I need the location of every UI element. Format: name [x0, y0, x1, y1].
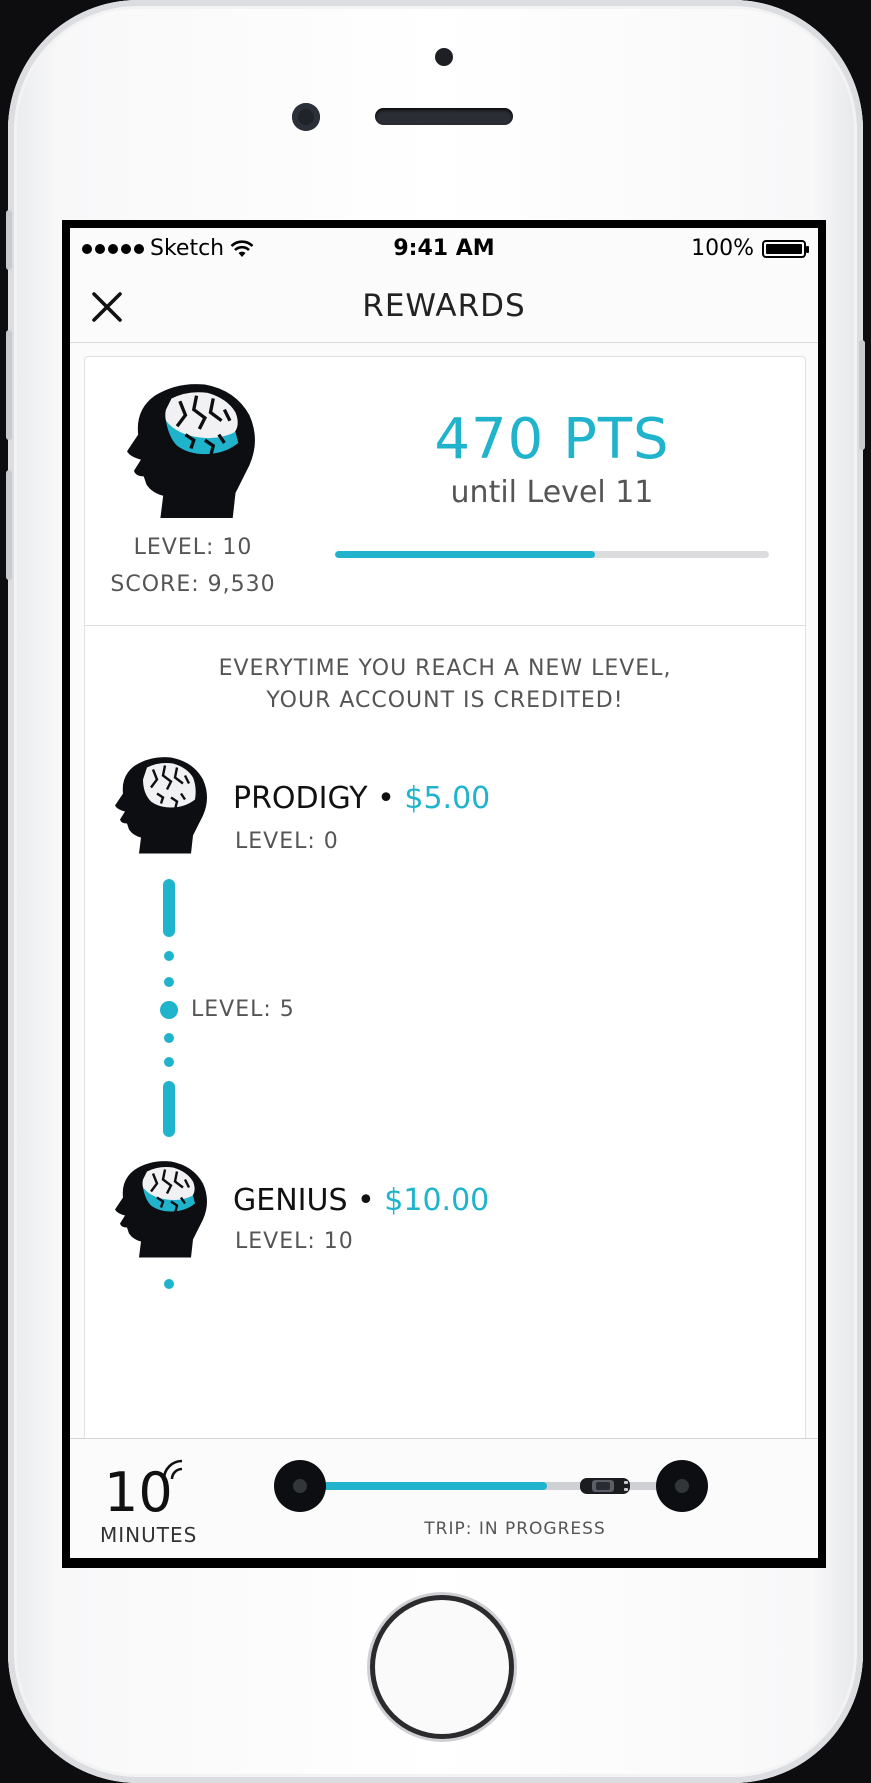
trip-destination-node — [656, 1460, 708, 1512]
points-needed: 470 PTS — [434, 407, 670, 472]
timeline-dot — [164, 1033, 174, 1043]
home-button[interactable] — [375, 1600, 509, 1734]
earpiece-speaker — [375, 108, 513, 125]
live-signal-icon — [162, 1459, 183, 1480]
tier-reward-amount: $10.00 — [384, 1183, 490, 1218]
timeline-dot — [164, 1057, 174, 1067]
credit-message-line1: EVERYTIME YOU REACH A NEW LEVEL, — [218, 656, 672, 681]
battery-percent: 100% — [691, 236, 754, 261]
nav-bar: REWARDS — [70, 268, 818, 343]
brain-head-icon — [115, 1161, 207, 1258]
front-camera — [292, 103, 320, 131]
app-display: Sketch 9:41 AM 100% REWARDS LEVEL: 10 SC… — [70, 228, 818, 1558]
tier-reward-amount: $5.00 — [404, 781, 491, 816]
timeline-dot — [164, 1279, 174, 1289]
level-progress-fill — [335, 551, 596, 558]
tier-separator: • — [347, 1183, 385, 1218]
tier-name-genius: GENIUS • $10.00 — [233, 1183, 489, 1218]
next-level-caption: until Level 11 — [450, 475, 654, 510]
credit-message-line2: YOUR ACCOUNT IS CREDITED! — [266, 688, 624, 713]
tier-title: GENIUS — [233, 1183, 348, 1218]
mute-switch — [6, 210, 12, 270]
brain-head-icon — [127, 384, 255, 519]
tier-level-prodigy: LEVEL: 0 — [235, 829, 339, 854]
proximity-sensor — [435, 48, 453, 66]
rewards-summary: LEVEL: 10 SCORE: 9,530 470 PTS until Lev… — [85, 357, 805, 626]
timeline-segment — [163, 1081, 175, 1137]
tier-separator: • — [367, 781, 405, 816]
timeline-dot — [164, 977, 174, 987]
battery-icon — [762, 239, 809, 258]
tier-level-genius: LEVEL: 10 — [235, 1229, 354, 1254]
credit-message: EVERYTIME YOU REACH A NEW LEVEL, YOUR AC… — [85, 653, 805, 717]
eta-unit: MINUTES — [100, 1523, 198, 1547]
volume-down-button — [6, 470, 12, 580]
current-level: LEVEL: 10 — [133, 535, 253, 560]
trip-status-text: TRIP: IN PROGRESS — [424, 1519, 606, 1539]
timeline-dot — [164, 951, 174, 961]
car-icon — [580, 1478, 630, 1494]
rewards-card: LEVEL: 10 SCORE: 9,530 470 PTS until Lev… — [84, 356, 806, 1558]
phone-frame: Sketch 9:41 AM 100% REWARDS LEVEL: 10 SC… — [6, 0, 865, 1783]
level-progress-bar — [335, 551, 769, 558]
tier-title: PRODIGY — [233, 781, 368, 816]
screen-bezel: Sketch 9:41 AM 100% REWARDS LEVEL: 10 SC… — [62, 220, 826, 1568]
current-score: SCORE: 9,530 — [110, 572, 276, 597]
trip-status-bar[interactable]: 10 MINUTES TRIP: IN PROGRESS — [70, 1438, 818, 1558]
timeline-segment — [163, 879, 175, 937]
trip-progress-fill — [300, 1482, 547, 1490]
trip-origin-node — [274, 1460, 326, 1512]
brain-head-icon — [115, 757, 207, 854]
page-title: REWARDS — [362, 288, 526, 324]
power-button — [859, 340, 865, 450]
status-bar: Sketch 9:41 AM 100% — [70, 228, 818, 268]
volume-up-button — [6, 330, 12, 440]
tier-name-prodigy: PRODIGY • $5.00 — [233, 781, 490, 816]
timeline-mid-level: LEVEL: 5 — [191, 997, 295, 1022]
timeline-milestone-dot — [160, 1001, 178, 1019]
